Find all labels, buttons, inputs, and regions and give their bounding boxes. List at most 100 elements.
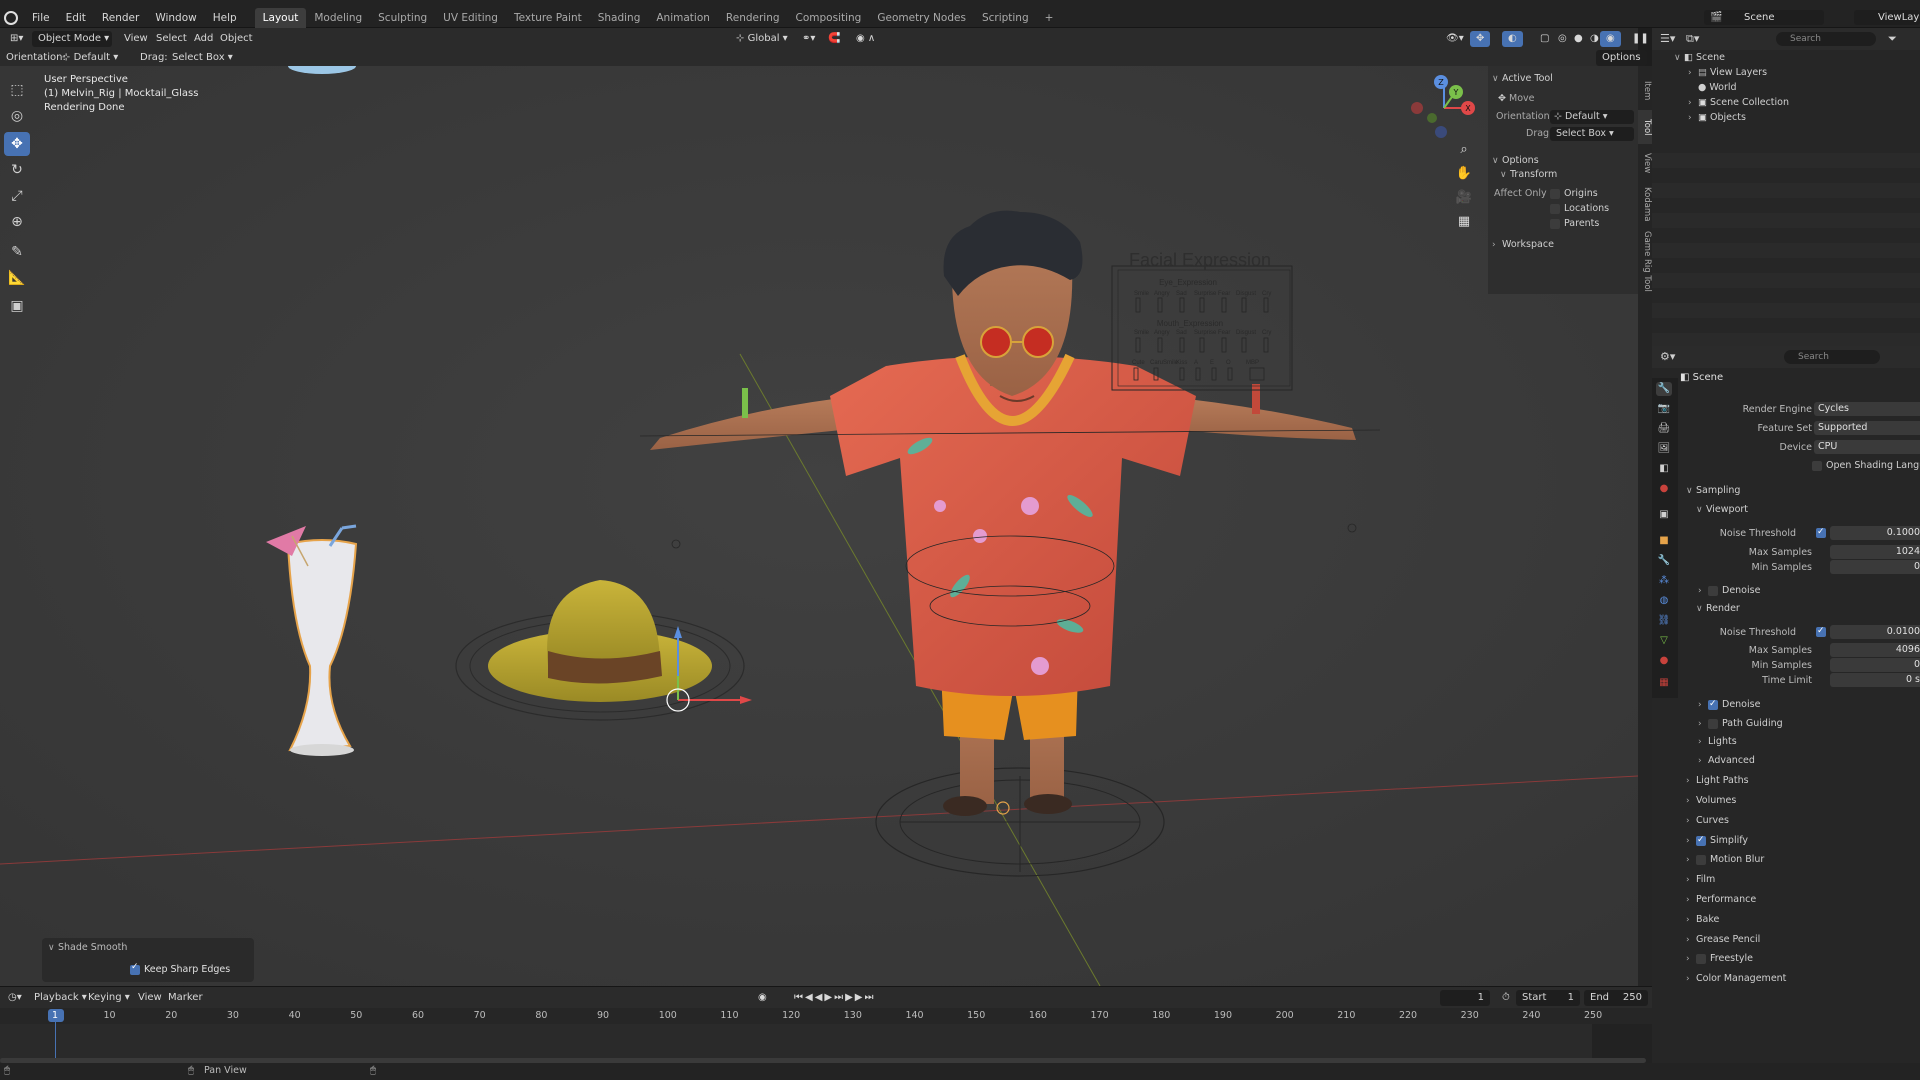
menu-edit[interactable]: Edit <box>58 8 94 28</box>
tab-game-rig-tool[interactable]: Game Rig Tool <box>1638 228 1652 294</box>
r-noise-threshold-checkbox[interactable] <box>1816 624 1826 639</box>
performance-header[interactable]: › Performance <box>1686 892 1920 907</box>
menu-object[interactable]: Object <box>214 31 259 47</box>
outliner-row-scene[interactable]: ∨ ◧ Scene <box>1652 50 1920 65</box>
osl-checkbox[interactable]: Open Shading Language <box>1812 458 1920 473</box>
output-props-icon[interactable]: 🖨 <box>1656 422 1672 436</box>
outliner-row-world[interactable]: ● World <box>1652 80 1920 95</box>
tab-animation[interactable]: Animation <box>648 8 718 28</box>
overlay-toggle-icon[interactable]: ◐ <box>1502 31 1523 47</box>
volumes-header[interactable]: › Volumes <box>1686 793 1920 808</box>
texture-props-icon[interactable]: ▦ <box>1656 676 1672 690</box>
transform-tool-icon[interactable]: ⊕ <box>4 210 30 234</box>
tab-sculpting[interactable]: Sculpting <box>370 8 435 28</box>
menu-help[interactable]: Help <box>205 8 245 28</box>
tab-geometry-nodes[interactable]: Geometry Nodes <box>869 8 974 28</box>
curves-header[interactable]: › Curves <box>1686 813 1920 828</box>
visibility-icon[interactable]: 👁▾ <box>1440 31 1470 47</box>
measure-tool-icon[interactable]: 📐 <box>4 266 30 290</box>
sampling-header[interactable]: ∨ Sampling <box>1686 483 1920 498</box>
camera-view-icon[interactable]: 🎥 <box>1454 190 1474 210</box>
light-paths-header[interactable]: › Light Paths <box>1686 773 1920 788</box>
scale-tool-icon[interactable]: ⤢ <box>4 184 30 208</box>
view-layer-props-icon[interactable]: 🖼 <box>1656 442 1672 456</box>
locations-checkbox[interactable]: Locations <box>1550 202 1609 216</box>
tab-uv-editing[interactable]: UV Editing <box>435 8 506 28</box>
zoom-icon[interactable]: ⌕ <box>1454 142 1474 162</box>
modifier-props-icon[interactable]: 🔧 <box>1656 554 1672 568</box>
tab-compositing[interactable]: Compositing <box>788 8 870 28</box>
tab-tool[interactable]: Tool <box>1638 110 1652 144</box>
r-min-samples-field[interactable]: 0 <box>1830 658 1920 672</box>
bake-header[interactable]: › Bake <box>1686 912 1920 927</box>
keep-sharp-edges-checkbox[interactable]: Keep Sharp Edges <box>130 962 230 975</box>
options-header[interactable]: ∨ Options <box>1488 154 1638 168</box>
motion-blur-header[interactable]: › Motion Blur <box>1686 852 1920 867</box>
pause-render-icon[interactable]: ❚❚ <box>1626 31 1655 47</box>
tab-shading[interactable]: Shading <box>590 8 649 28</box>
device-dropdown[interactable]: CPU <box>1814 440 1920 454</box>
color-management-header[interactable]: › Color Management <box>1686 971 1920 986</box>
menu-select[interactable]: Select <box>150 31 193 47</box>
lights-header[interactable]: › Lights <box>1698 734 1920 749</box>
outliner-row-view-layers[interactable]: › ▤ View Layers <box>1652 65 1920 80</box>
cursor-tool-icon[interactable]: ◎ <box>4 104 30 128</box>
snap-icon[interactable]: 🧲 <box>822 31 846 47</box>
workspace-header[interactable]: › Workspace <box>1488 238 1638 252</box>
data-props-icon[interactable]: ▽ <box>1656 634 1672 648</box>
filter-icon[interactable]: ⏷ <box>1888 32 1897 46</box>
3d-viewport[interactable]: Facial Expression Eye_Expression Mouth_E… <box>0 66 1638 986</box>
editor-type-icon[interactable]: ⊞▾ <box>4 31 29 47</box>
ortho-grid-icon[interactable]: ▦ <box>1454 214 1474 234</box>
shade-smooth-header[interactable]: ∨ Shade Smooth <box>48 942 127 953</box>
viewlayer-selector[interactable]: ViewLayer <box>1854 10 1920 25</box>
proportional-edit-icon[interactable]: ◉ ∧ <box>850 31 881 47</box>
viewport-sampling-header[interactable]: ∨ Viewport <box>1696 502 1920 517</box>
world-props-icon[interactable]: ● <box>1656 482 1672 496</box>
scene-props-icon[interactable]: ◧ <box>1656 462 1672 476</box>
tab-kodama[interactable]: Kodama <box>1638 182 1652 226</box>
preview-range-icon[interactable]: ⏱ <box>1496 990 1516 1006</box>
physics-props-icon[interactable]: ◍ <box>1656 594 1672 608</box>
transform-orientation-dropdown[interactable]: ⊹ Global ▾ <box>730 31 794 47</box>
properties-search-input[interactable]: Search <box>1784 350 1880 364</box>
tab-item[interactable]: Item <box>1638 74 1652 108</box>
time-limit-field[interactable]: 0 s <box>1830 673 1920 687</box>
auto-keying-icon[interactable]: ◉ <box>752 990 773 1006</box>
origins-checkbox[interactable]: Origins <box>1550 187 1598 201</box>
tab-layout[interactable]: Layout <box>254 8 307 28</box>
add-cube-tool-icon[interactable]: ▣ <box>4 294 30 318</box>
particles-props-icon[interactable]: ⁂ <box>1656 574 1672 588</box>
timeline-area[interactable]: 1 10 20 30 40 50 60 70 80 90 100 110 120 130 140 150 160… <box>0 1008 1652 1063</box>
feature-set-dropdown[interactable]: Supported <box>1814 421 1920 435</box>
simplify-header[interactable]: ›Simplify <box>1686 833 1920 848</box>
move-tool-icon[interactable]: ✥ <box>4 132 30 156</box>
path-guiding-row[interactable]: › Path Guiding <box>1698 716 1920 731</box>
annotate-tool-icon[interactable]: ✎ <box>4 240 30 264</box>
r-denoise-row[interactable]: ›Denoise <box>1698 697 1920 712</box>
tab-scripting[interactable]: Scripting <box>974 8 1037 28</box>
orientation-dropdown[interactable]: ⊹ Default ▾ <box>56 50 128 66</box>
move-tool-row[interactable]: ✥ Move <box>1488 92 1638 106</box>
active-tool-header[interactable]: ∨ Active Tool <box>1488 72 1638 86</box>
vp-noise-threshold-field[interactable]: 0.1000 <box>1830 526 1920 540</box>
r-max-samples-field[interactable]: 4096 <box>1830 643 1920 657</box>
menu-marker[interactable]: Marker <box>162 990 209 1006</box>
vp-min-samples-field[interactable]: 0 <box>1830 560 1920 574</box>
menu-window[interactable]: Window <box>147 8 204 28</box>
collection-props-icon[interactable]: ▣ <box>1656 508 1672 522</box>
material-props-icon[interactable]: ● <box>1656 654 1672 668</box>
rendered-shading-icon[interactable]: ◉ <box>1600 31 1621 47</box>
outliner-row-scene-collection[interactable]: › ▣ Scene Collection <box>1652 95 1920 110</box>
tab-rendering[interactable]: Rendering <box>718 8 788 28</box>
render-sampling-header[interactable]: ∨ Render <box>1696 601 1920 616</box>
object-props-icon[interactable]: ■ <box>1656 534 1672 548</box>
add-workspace-button[interactable]: + <box>1037 8 1062 28</box>
properties-editor-icon[interactable]: ⚙▾ <box>1660 350 1675 363</box>
tab-texture-paint[interactable]: Texture Paint <box>506 8 590 28</box>
options-button[interactable]: Options <box>1596 50 1647 66</box>
grease-pencil-header[interactable]: › Grease Pencil <box>1686 932 1920 947</box>
outliner-editor-icon[interactable]: ☰▾ <box>1660 32 1675 45</box>
start-frame-field[interactable]: Start 1 <box>1516 990 1580 1006</box>
npanel-drag-dropdown[interactable]: Select Box ▾ <box>1550 127 1634 141</box>
